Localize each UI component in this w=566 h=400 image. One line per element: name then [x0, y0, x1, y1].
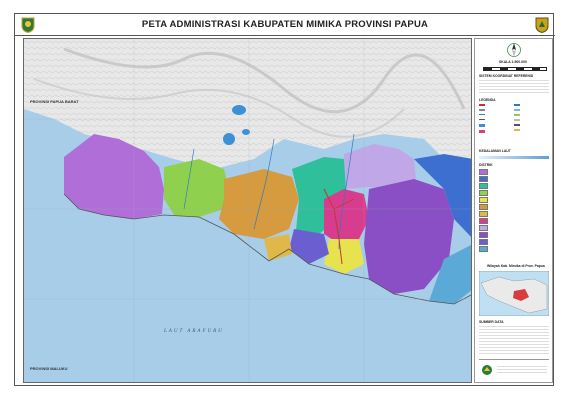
map-title: PETA ADMINISTRASI KABUPATEN MIMIKA PROVI… [141, 19, 429, 30]
legend-symbols [479, 104, 549, 146]
sea-label: LAUT ARAFURU [164, 329, 224, 334]
map-sheet: PETA ADMINISTRASI KABUPATEN MIMIKA PROVI… [14, 13, 555, 386]
province-label-south: PROVINSI MALUKU [30, 366, 68, 371]
district-area [219, 169, 299, 239]
district-area [164, 159, 229, 217]
province-emblem-icon [535, 17, 549, 33]
province-label-west: PROVINSI PAPUA BARAT [30, 99, 79, 104]
lake [242, 129, 250, 135]
lake [232, 105, 246, 115]
coord-heading: SISTEM KOORDINAT REFERENSI [479, 74, 534, 78]
district-heading: DISTRIK [479, 163, 493, 167]
scale-label: SKALA 1:500.000 [499, 60, 527, 64]
north-arrow-icon [507, 43, 521, 57]
title-bar: PETA ADMINISTRASI KABUPATEN MIMIKA PROVI… [15, 14, 555, 36]
sources-block [479, 326, 549, 354]
inset-heading: Wilayah Kab. Mimika di Prov. Papua [487, 264, 545, 268]
publisher-block [479, 359, 549, 380]
map-canvas [24, 39, 471, 382]
coord-block [479, 80, 549, 94]
regency-emblem-icon [21, 17, 35, 33]
legend-heading: LEGENDA [479, 98, 496, 102]
lake [223, 133, 235, 145]
map-area: PROVINSI PAPUA BARAT PROVINSI MALUKU LAU… [23, 38, 472, 383]
district-swatches [479, 169, 549, 259]
inset-map [479, 271, 549, 316]
legend-panel: SKALA 1:500.000 SISTEM KOORDINAT REFEREN… [474, 38, 553, 383]
sources-heading: SUMBER DATA [479, 320, 504, 324]
publisher-logo-icon [482, 365, 492, 375]
depth-ramp [479, 156, 549, 159]
scale-bar [483, 67, 547, 71]
depth-heading: KEDALAMAN LAUT [479, 149, 511, 153]
